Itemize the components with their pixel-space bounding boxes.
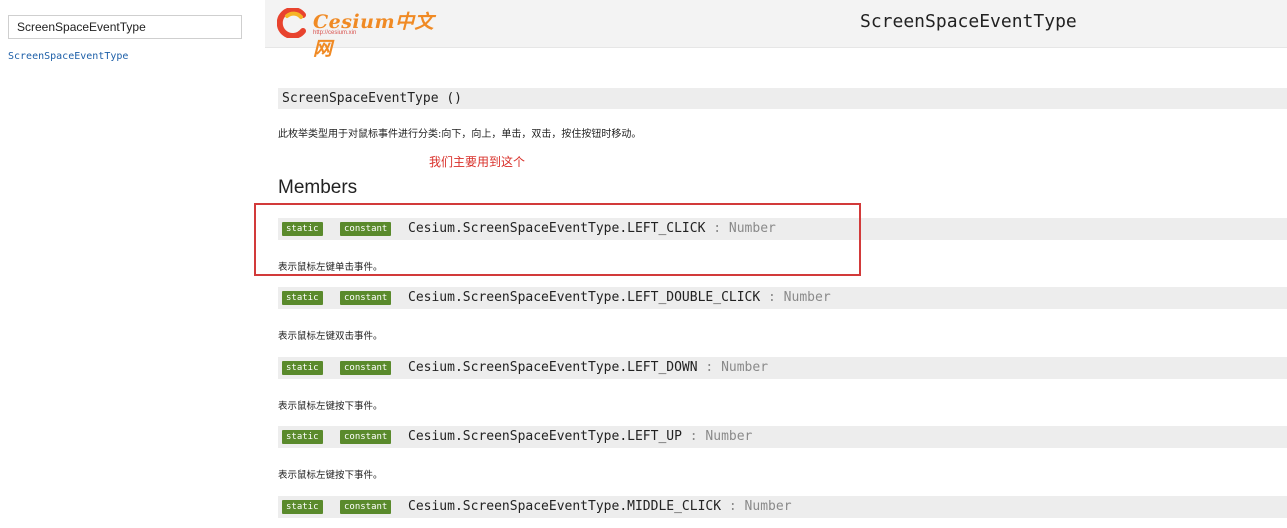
static-tag: static — [282, 430, 323, 444]
constructor-signature: ScreenSpaceEventType () — [278, 88, 1287, 109]
member-type: : Number — [681, 429, 753, 444]
constant-tag: constant — [340, 430, 392, 444]
annotation-note: 我们主要用到这个 — [429, 155, 526, 169]
member-name: Cesium.ScreenSpaceEventType.LEFT_DOWN : … — [408, 360, 768, 375]
member-type: : Number — [760, 290, 831, 305]
static-tag: static — [282, 500, 323, 514]
constant-tag: constant — [340, 361, 392, 375]
static-tag: static — [282, 361, 323, 375]
member-row[interactable]: static constant Cesium.ScreenSpaceEventT… — [278, 496, 1287, 518]
member-type: : Number — [721, 499, 792, 514]
member-row[interactable]: static constant Cesium.ScreenSpaceEventT… — [278, 357, 1287, 379]
constant-tag: constant — [340, 500, 392, 514]
member-description: 表示鼠标左键按下事件。 — [278, 401, 383, 412]
sidebar-link-screenspaceeventtype[interactable]: ScreenSpaceEventType — [8, 51, 128, 62]
member-row[interactable]: static constant Cesium.ScreenSpaceEventT… — [278, 287, 1287, 309]
member-row[interactable]: static constant Cesium.ScreenSpaceEventT… — [278, 426, 1287, 448]
member-name-text: Cesium.ScreenSpaceEventType.LEFT_UP — [408, 429, 682, 444]
member-name: Cesium.ScreenSpaceEventType.LEFT_DOUBLE_… — [408, 290, 831, 305]
member-name-text: Cesium.ScreenSpaceEventType.MIDDLE_CLICK — [408, 499, 722, 514]
static-tag: static — [282, 291, 323, 305]
member-name-text: Cesium.ScreenSpaceEventType.LEFT_DOWN — [408, 360, 698, 375]
member-name-text: Cesium.ScreenSpaceEventType.LEFT_DOUBLE_… — [408, 290, 761, 305]
member-name: Cesium.ScreenSpaceEventType.LEFT_UP : Nu… — [408, 429, 752, 444]
member-type: : Number — [697, 360, 769, 375]
member-name: Cesium.ScreenSpaceEventType.MIDDLE_CLICK… — [408, 499, 792, 514]
members-heading: Members — [278, 177, 358, 198]
constant-tag: constant — [340, 291, 392, 305]
highlight-annotation-box — [254, 203, 861, 276]
type-description: 此枚举类型用于对鼠标事件进行分类:向下，向上，单击，双击，按住按钮时移动。 — [278, 129, 642, 140]
search-input[interactable] — [8, 15, 242, 39]
sidebar: ScreenSpaceEventType — [0, 0, 262, 528]
member-description: 表示鼠标左键按下事件。 — [278, 470, 383, 481]
member-description: 表示鼠标左键双击事件。 — [278, 331, 383, 342]
